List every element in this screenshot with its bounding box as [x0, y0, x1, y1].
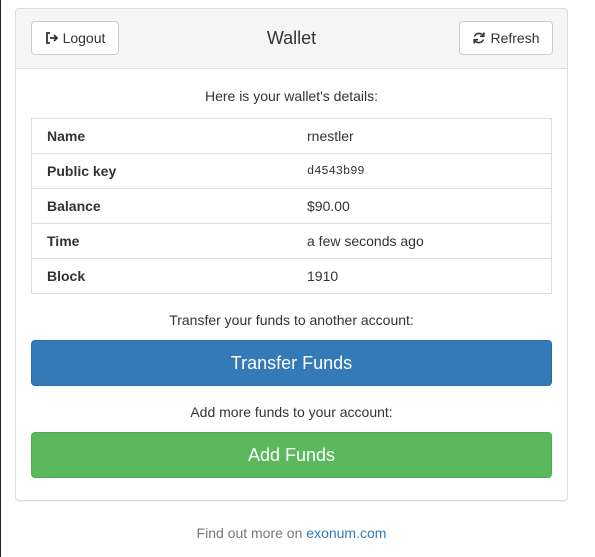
table-row: Name rnestler: [31, 118, 552, 154]
footer: Find out more on exonum.com: [15, 523, 568, 543]
table-row: Balance $90.00: [31, 188, 552, 224]
table-row: Public key d4543b99: [31, 153, 552, 189]
panel-heading: Logout Wallet Refresh: [16, 9, 567, 69]
row-value: 1910: [292, 258, 552, 294]
refresh-label: Refresh: [490, 30, 540, 46]
row-label: Public key: [31, 153, 292, 189]
transfer-prompt: Transfer your funds to another account:: [169, 312, 414, 328]
row-label: Block: [31, 258, 292, 294]
footer-text: Find out more on: [196, 525, 303, 541]
wallet-details-table: Name rnestler Public key d4543b99 Balanc…: [31, 118, 552, 294]
row-value: $90.00: [292, 188, 552, 224]
table-row: Block 1910: [31, 258, 552, 294]
row-label: Time: [31, 223, 292, 259]
row-label: Name: [31, 118, 292, 154]
wallet-panel: Logout Wallet Refresh Here is your walle…: [15, 8, 568, 501]
row-value: d4543b99: [292, 153, 552, 189]
add-funds-button[interactable]: Add Funds: [31, 432, 552, 478]
add-funds-prompt: Add more funds to your account:: [190, 404, 393, 420]
transfer-funds-button[interactable]: Transfer Funds: [31, 340, 552, 386]
refresh-button[interactable]: Refresh: [459, 21, 553, 55]
row-label: Balance: [31, 188, 292, 224]
row-value: a few seconds ago: [292, 223, 552, 259]
row-value: rnestler: [292, 118, 552, 154]
panel-body: Here is your wallet's details: Name rnes…: [16, 69, 567, 493]
table-row: Time a few seconds ago: [31, 223, 552, 259]
details-intro: Here is your wallet's details:: [204, 88, 379, 104]
exonum-link[interactable]: exonum.com: [306, 525, 386, 541]
refresh-icon: [472, 31, 486, 45]
